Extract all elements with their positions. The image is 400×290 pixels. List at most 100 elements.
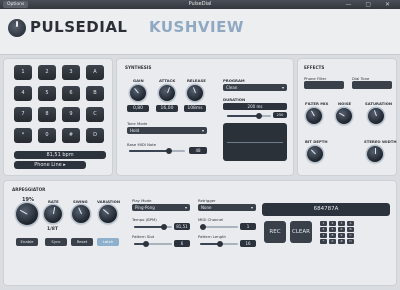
tempo-value[interactable]: 81,51 bbox=[174, 223, 190, 230]
keypad-key[interactable]: 7 bbox=[14, 107, 32, 122]
duration-value[interactable]: 200 ms bbox=[223, 103, 287, 110]
release-label: RELEASE bbox=[187, 78, 206, 83]
retrigger-value: None bbox=[201, 205, 212, 210]
rec-button[interactable]: REC bbox=[264, 221, 286, 243]
program-select[interactable]: Clean ▾ bbox=[223, 84, 287, 91]
keypad-panel: 1 2 3 A 4 5 6 B 7 8 9 C * 0 # D 81,51 bpm Phone Line ▸ bbox=[3, 58, 113, 176]
filter-mix-knob[interactable] bbox=[306, 108, 322, 124]
gain-knob[interactable] bbox=[130, 85, 146, 101]
arp-enable-button[interactable]: Enable bbox=[16, 238, 38, 246]
brand-name: PULSEDIAL bbox=[30, 18, 128, 36]
midi-channel-value[interactable]: 1 bbox=[240, 223, 256, 230]
synthesis-panel: SYNTHESIS GAIN 0,80 ATTACK 16,00 RELEASE… bbox=[116, 58, 294, 176]
base-midi-value[interactable]: 48 bbox=[189, 147, 207, 154]
pattern-slot-slider[interactable] bbox=[134, 241, 172, 247]
arp-sync-button[interactable]: Sync bbox=[45, 238, 67, 246]
chevron-down-icon: ▾ bbox=[281, 85, 284, 90]
recorder-key[interactable]: 3 bbox=[338, 221, 345, 226]
recorder-display: 684787A bbox=[262, 203, 390, 216]
noise-label: NOISE bbox=[338, 101, 352, 106]
tempo-slider[interactable] bbox=[134, 224, 172, 230]
recorder-key[interactable]: 2 bbox=[329, 221, 336, 226]
recorder-key[interactable]: # bbox=[338, 239, 345, 244]
options-button[interactable]: Options bbox=[3, 1, 29, 8]
window-controls[interactable]: — ▢ ✕ bbox=[345, 0, 396, 9]
recorder-key[interactable]: 5 bbox=[329, 227, 336, 232]
noise-knob[interactable] bbox=[336, 108, 352, 124]
recorder-key[interactable]: D bbox=[347, 239, 354, 244]
phone-line-select[interactable]: Phone Line ▸ bbox=[14, 161, 86, 169]
attack-knob[interactable] bbox=[159, 85, 175, 101]
keypad-key[interactable]: 2 bbox=[38, 65, 56, 80]
retrigger-select[interactable]: None ▾ bbox=[198, 204, 256, 211]
keypad-key[interactable]: 1 bbox=[14, 65, 32, 80]
arp-variation-label: VARIATION bbox=[97, 199, 121, 204]
recorder-key[interactable]: 1 bbox=[320, 221, 327, 226]
recorder-key[interactable]: A bbox=[347, 221, 354, 226]
arp-rate-value: 1/8T bbox=[47, 227, 58, 232]
pattern-slot-label: Pattern Slot bbox=[132, 234, 155, 239]
arp-reset-button[interactable]: Reset bbox=[71, 238, 93, 246]
bpm-display: 81,51 bpm bbox=[14, 151, 106, 159]
gain-label: GAIN bbox=[133, 78, 144, 83]
keypad-key[interactable]: 5 bbox=[38, 86, 56, 101]
saturation-label: SATURATION bbox=[365, 101, 393, 106]
midi-channel-slider[interactable] bbox=[200, 224, 238, 230]
keypad-key[interactable]: # bbox=[62, 128, 80, 143]
recorder-key[interactable]: C bbox=[347, 233, 354, 238]
recorder-key[interactable]: 8 bbox=[329, 233, 336, 238]
recorder-key[interactable]: B bbox=[347, 227, 354, 232]
pattern-slot-value[interactable]: 6 bbox=[174, 240, 190, 247]
keypad-key[interactable]: A bbox=[86, 65, 104, 80]
keypad-key[interactable]: 8 bbox=[38, 107, 56, 122]
bit-depth-knob[interactable] bbox=[307, 146, 323, 162]
arp-variation-knob[interactable] bbox=[99, 205, 117, 223]
base-midi-slider[interactable] bbox=[129, 148, 185, 154]
arp-amount-knob[interactable] bbox=[16, 203, 38, 225]
keypad-key[interactable]: 0 bbox=[38, 128, 56, 143]
recorder-key[interactable]: * bbox=[320, 239, 327, 244]
tone-mode-select[interactable]: Hold ▾ bbox=[127, 127, 207, 134]
arpeggiator-panel: ARPEGGIATOR 19% RATE 1/8T SWING VARIATIO… bbox=[3, 180, 397, 286]
keypad-key[interactable]: B bbox=[86, 86, 104, 101]
release-knob[interactable] bbox=[187, 85, 203, 101]
keypad-key[interactable]: D bbox=[86, 128, 104, 143]
keypad-key[interactable]: C bbox=[86, 107, 104, 122]
bit-depth-label: BIT DEPTH bbox=[305, 139, 328, 144]
midi-channel-label: MIDI Channel bbox=[198, 217, 224, 222]
logo-icon bbox=[8, 19, 26, 37]
duration-slider[interactable] bbox=[227, 113, 271, 119]
recorder-key[interactable]: 0 bbox=[329, 239, 336, 244]
window-title: PulseDial bbox=[188, 1, 212, 7]
arp-rate-knob[interactable] bbox=[44, 205, 62, 223]
stereo-width-knob[interactable] bbox=[367, 146, 383, 162]
attack-value: 16,00 bbox=[156, 105, 178, 112]
header: PULSEDIAL KUSHVIEW bbox=[0, 9, 400, 55]
recorder-key[interactable]: 9 bbox=[338, 233, 345, 238]
pattern-length-value[interactable]: 16 bbox=[240, 240, 256, 247]
keypad-key[interactable]: 4 bbox=[14, 86, 32, 101]
keypad-key[interactable]: 9 bbox=[62, 107, 80, 122]
play-mode-select[interactable]: Ping-Pong ▾ bbox=[132, 204, 190, 211]
recorder-key[interactable]: 4 bbox=[320, 227, 327, 232]
clear-button[interactable]: CLEAR bbox=[290, 221, 312, 243]
duration-label: DURATION bbox=[223, 97, 246, 102]
keypad-key[interactable]: 6 bbox=[62, 86, 80, 101]
chevron-down-icon: ▾ bbox=[250, 205, 253, 210]
arp-rate-label: RATE bbox=[48, 199, 59, 204]
arpeggiator-title: ARPEGGIATOR bbox=[12, 187, 46, 192]
keypad-key[interactable]: * bbox=[14, 128, 32, 143]
saturation-knob[interactable] bbox=[368, 108, 384, 124]
recorder-key[interactable]: 6 bbox=[338, 227, 345, 232]
play-mode-label: Play Mode bbox=[132, 198, 152, 203]
pattern-length-slider[interactable] bbox=[200, 241, 238, 247]
phone-filter-toggle[interactable] bbox=[304, 81, 344, 89]
dial-tone-toggle[interactable] bbox=[352, 81, 392, 89]
keypad-key[interactable]: 3 bbox=[62, 65, 80, 80]
arp-swing-knob[interactable] bbox=[72, 205, 90, 223]
release-value: 108ms bbox=[184, 105, 206, 112]
arp-latch-button[interactable]: Latch bbox=[97, 238, 119, 246]
chevron-down-icon: ▾ bbox=[201, 128, 204, 133]
recorder-key[interactable]: 7 bbox=[320, 233, 327, 238]
attack-label: ATTACK bbox=[159, 78, 176, 83]
